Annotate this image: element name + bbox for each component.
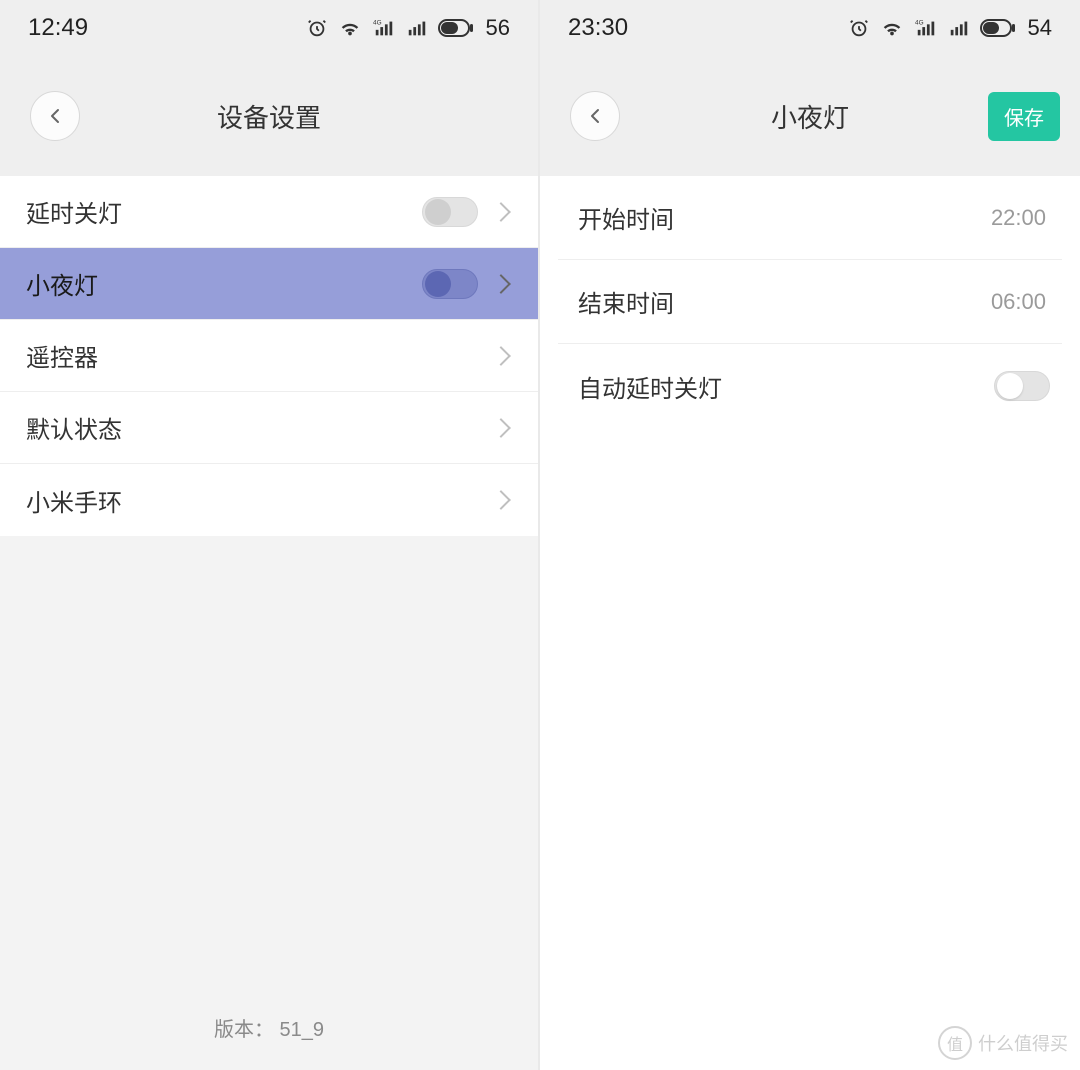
signal-icon bbox=[948, 17, 970, 39]
header-left: 设备设置 bbox=[0, 56, 538, 176]
row-delay-off[interactable]: 延时关灯 bbox=[0, 176, 538, 248]
row-label: 遥控器 bbox=[26, 338, 484, 373]
alarm-icon bbox=[306, 17, 328, 39]
row-default-state[interactable]: 默认状态 bbox=[0, 392, 538, 464]
row-label: 延时关灯 bbox=[26, 194, 422, 229]
status-icons: 4G 56 bbox=[306, 15, 510, 41]
header-right: 小夜灯 保存 bbox=[540, 56, 1080, 176]
row-value: 06:00 bbox=[991, 289, 1056, 315]
row-night-light[interactable]: 小夜灯 bbox=[0, 248, 538, 320]
status-bar-left: 12:49 4G 56 bbox=[0, 0, 538, 56]
status-time: 23:30 bbox=[568, 14, 628, 42]
save-button[interactable]: 保存 bbox=[988, 92, 1060, 141]
phone-left: 12:49 4G 56 bbox=[0, 0, 540, 1070]
top-area-left: 12:49 4G 56 bbox=[0, 0, 538, 176]
signal-4g-icon: 4G bbox=[372, 17, 396, 39]
chevron-right-icon bbox=[491, 202, 511, 222]
battery-percent: 54 bbox=[1028, 15, 1052, 41]
phone-right: 23:30 4G 54 bbox=[540, 0, 1080, 1070]
signal-4g-icon: 4G bbox=[914, 17, 938, 39]
row-label: 结束时间 bbox=[564, 284, 991, 319]
watermark-text: 什么值得买 bbox=[978, 1030, 1068, 1056]
toggle-delay-off[interactable] bbox=[422, 197, 478, 227]
back-button[interactable] bbox=[30, 91, 80, 141]
row-label: 默认状态 bbox=[26, 410, 484, 445]
chevron-right-icon bbox=[491, 274, 511, 294]
row-value: 22:00 bbox=[991, 205, 1056, 231]
status-icons: 4G 54 bbox=[848, 15, 1052, 41]
back-button[interactable] bbox=[570, 91, 620, 141]
row-end-time[interactable]: 结束时间 06:00 bbox=[558, 260, 1062, 344]
watermark: 值 什么值得买 bbox=[938, 1026, 1068, 1060]
wifi-icon bbox=[880, 17, 904, 39]
version-label: 版本： 51_9 bbox=[0, 1013, 538, 1042]
alarm-icon bbox=[848, 17, 870, 39]
row-auto-delay-off[interactable]: 自动延时关灯 bbox=[558, 344, 1062, 428]
svg-text:4G: 4G bbox=[373, 19, 382, 26]
row-start-time[interactable]: 开始时间 22:00 bbox=[558, 176, 1062, 260]
battery-percent: 56 bbox=[486, 15, 510, 41]
content-left: 延时关灯 小夜灯 遥控器 默认状态 小米手环 版本： 5 bbox=[0, 176, 538, 1070]
content-right: 开始时间 22:00 结束时间 06:00 自动延时关灯 值 什么值得买 bbox=[540, 176, 1080, 1070]
signal-icon bbox=[406, 17, 428, 39]
top-area-right: 23:30 4G 54 bbox=[540, 0, 1080, 176]
row-remote[interactable]: 遥控器 bbox=[0, 320, 538, 392]
chevron-left-icon bbox=[47, 108, 63, 124]
chevron-right-icon bbox=[491, 490, 511, 510]
chevron-right-icon bbox=[491, 346, 511, 366]
chevron-left-icon bbox=[587, 108, 603, 124]
wifi-icon bbox=[338, 17, 362, 39]
row-label: 开始时间 bbox=[564, 200, 991, 235]
toggle-night-light[interactable] bbox=[422, 269, 478, 299]
svg-text:4G: 4G bbox=[915, 19, 924, 26]
row-label: 小米手环 bbox=[26, 483, 484, 518]
toggle-auto-delay-off[interactable] bbox=[994, 371, 1050, 401]
page-title: 设备设置 bbox=[0, 98, 538, 135]
row-mi-band[interactable]: 小米手环 bbox=[0, 464, 538, 536]
chevron-right-icon bbox=[491, 418, 511, 438]
battery-icon bbox=[980, 19, 1016, 37]
status-bar-right: 23:30 4G 54 bbox=[540, 0, 1080, 56]
watermark-badge-icon: 值 bbox=[938, 1026, 972, 1060]
settings-list: 延时关灯 小夜灯 遥控器 默认状态 小米手环 bbox=[0, 176, 538, 536]
battery-icon bbox=[438, 19, 474, 37]
row-label: 小夜灯 bbox=[26, 266, 422, 301]
night-light-list: 开始时间 22:00 结束时间 06:00 自动延时关灯 bbox=[540, 176, 1080, 428]
row-label: 自动延时关灯 bbox=[564, 369, 994, 404]
status-time: 12:49 bbox=[28, 14, 88, 42]
